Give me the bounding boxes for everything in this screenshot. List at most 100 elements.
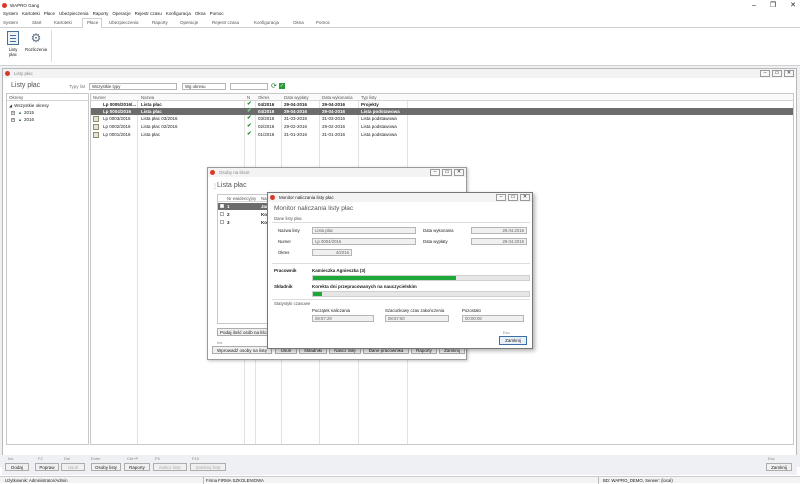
menu-kartoteki[interactable]: Kartoteki [22,11,40,16]
monitor-titlebar: Monitor naliczania listy płac – ▭ ✕ [268,193,532,202]
filter-period-select[interactable]: Wg okresu [182,83,226,90]
monitor-close-button[interactable]: Zamknij [499,336,527,345]
col-data-wykonania[interactable]: Data wykonania [322,95,353,100]
tab-konfiguracja[interactable]: Konfiguracja [254,20,279,25]
check-icon: ✔ [247,115,252,121]
status-db: BD: WAPRO_DEMO, Serwer: (local) [603,478,673,483]
tree-root[interactable]: ◢ Wszystkie okresy [7,103,88,108]
refresh-icon[interactable]: ⟳ [271,82,277,90]
tree-item-2016[interactable]: + ▲ 2016 [7,117,88,122]
menu-konfiguracja[interactable]: Konfiguracja [166,11,191,16]
window-close-red-icon [270,195,275,200]
list-persons-button[interactable]: Osoby listy [91,463,121,471]
window-minimize-button[interactable]: – [760,70,770,77]
number-label: Numer [278,239,291,244]
period-field: 4/2016 [312,249,352,256]
tab-operacje[interactable]: Operacje [180,20,198,25]
tab-pomoc[interactable]: Pomoc [316,20,330,25]
col-numer[interactable]: Numer [93,95,106,100]
window-close-button[interactable]: ✕ [520,194,530,201]
col-typ-listy[interactable]: Typ listy [361,95,377,100]
filter-value-input[interactable] [230,83,268,90]
start-time-field: 08:57:29 [312,315,374,322]
gears-icon: ⚙ [30,31,42,45]
col-nazwa[interactable]: Nazwa [141,95,154,100]
tab-system[interactable]: System [3,20,18,25]
add-persons-button[interactable]: Wprowadź osoby na listę [212,346,272,354]
add-button[interactable]: Dodaj [5,463,29,471]
tree-plus-icon[interactable]: + [11,117,15,122]
close-icon[interactable]: ✕ [790,1,796,9]
menu-rejestr-czasu[interactable]: Rejestr czasu [135,11,162,16]
table-row[interactable]: Lp 0005/2016/... Lista płac ✔ 04/2016 29… [91,101,793,108]
edit-button[interactable]: Popraw [35,463,59,471]
table-row[interactable]: Lp 0002/2016 Lista płac 02/2016 ✔ 02/201… [91,123,793,131]
menu-ubezpieczenia[interactable]: Ubezpieczenia [59,11,89,16]
persons-window-titlebar: Osoby na liście – ▭ ✕ [208,168,466,177]
calculate-list-button[interactable]: Nalicz listę [153,463,187,471]
filter-type-select[interactable]: Wszystkie typy [89,83,177,90]
main-close-button[interactable]: Zamknij [766,463,792,471]
remaining-time-field: 00:00:06 [462,315,524,322]
menu-operacje[interactable]: Operacje [112,11,130,16]
tree-item-label: 2015 [23,110,34,115]
ribbon: Listy płac ⚙ Rozliczenia [0,28,800,66]
tab-okna[interactable]: Okna [293,20,304,25]
worker-value: Kamieczka Agnieszka (3) [312,268,366,273]
status-user: Użytkownik: Administrator/Admin [5,478,68,483]
pay-date-field: 29.04.2016 [471,238,527,245]
menu-place[interactable]: Płace [44,11,55,16]
table-row[interactable]: Lp 0003/2016 Lista płac 03/2016 ✔ 03/201… [91,115,793,123]
ribbon-rozliczenia-label: Rozliczenia [25,47,47,52]
tab-rejestr-czasu[interactable]: Rejestr czasu [212,20,239,25]
window-close-red-icon [210,170,215,175]
window-restore-button[interactable]: ▭ [772,70,782,77]
tab-raporty[interactable]: Raporty [152,20,168,25]
exec-date-field: 29.04.2016 [471,227,527,234]
esc-hint: Esc [503,330,510,335]
tab-start[interactable]: Start [32,20,42,25]
worker-progress-bar [312,275,530,281]
main-window-title: Listy płac [14,71,33,76]
component-progress-bar [312,291,530,297]
menu-pomoc[interactable]: Pomoc [210,11,224,16]
window-minimize-button[interactable]: – [430,169,440,176]
tree-root-label: Wszystkie okresy [14,103,49,108]
document-icon [93,132,99,138]
close-list-button[interactable]: Zamknij listę [190,463,226,471]
window-close-button[interactable]: ✕ [454,169,464,176]
app-logo-icon [2,2,7,8]
col-data-wyplaty[interactable]: Data wypłaty [284,95,309,100]
payroll-list-icon [7,31,19,45]
menubar: System Kartoteki Płace Ubezpieczenia Rap… [0,9,800,17]
reports-button[interactable]: Raporty [124,463,150,471]
confirm-filter-icon[interactable]: ✓ [279,83,285,89]
tab-ubezpieczenia[interactable]: Ubezpieczenia [109,20,139,25]
window-close-button[interactable]: ✕ [784,70,794,77]
window-minimize-button[interactable]: – [496,194,506,201]
remaining-label: Pozostało [462,308,481,313]
ribbon-listy-plac-button[interactable]: Listy płac [3,31,23,61]
status-bar: Użytkownik: Administrator/Admin Firma FI… [0,476,800,484]
filter-label: Typy list [69,84,86,89]
col-n[interactable]: N [247,95,250,100]
tree-item-2015[interactable]: + ▲ 2015 [7,110,88,115]
minimize-icon[interactable]: – [752,2,756,9]
restore-icon[interactable]: ❐ [770,1,776,9]
menu-system[interactable]: System [3,11,18,16]
tab-kartoteki[interactable]: Kartoteki [54,20,72,25]
ribbon-tabs: System Start Kartoteki Płace Ubezpieczen… [0,18,800,28]
window-restore-button[interactable]: ▭ [442,169,452,176]
table-row-selected[interactable]: Lp 0004/2016 Lista płac ✔ 04/2016 29-04-… [91,108,793,115]
col-okres[interactable]: Okres [258,95,269,100]
menu-okna[interactable]: Okna [195,11,206,16]
table-row[interactable]: Lp 0001/2016 Lista płac ✔ 01/2016 31-01-… [91,131,793,139]
window-restore-button[interactable]: ▭ [508,194,518,201]
delete-button[interactable]: Usuń [61,463,85,471]
ribbon-rozliczenia-button[interactable]: ⚙ Rozliczenia [24,31,48,61]
component-label: Składnik [274,284,293,289]
menu-raporty[interactable]: Raporty [93,11,109,16]
tab-place[interactable]: Płace [87,20,98,25]
check-icon: ✔ [247,108,252,114]
tree-plus-icon[interactable]: + [11,110,15,115]
